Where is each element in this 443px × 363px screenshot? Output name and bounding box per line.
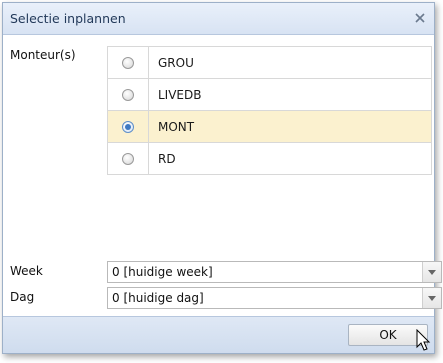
monteur-option-mont[interactable]: MONT xyxy=(107,110,432,143)
dialog-title: Selectie inplannen xyxy=(10,11,126,26)
chevron-down-icon[interactable] xyxy=(422,288,441,308)
option-label: LIVEDB xyxy=(148,78,432,111)
radio-button[interactable] xyxy=(122,57,134,69)
monteur-option-rd[interactable]: RD xyxy=(107,142,432,175)
monteur-option-grou[interactable]: GROU xyxy=(107,46,432,79)
option-label: RD xyxy=(148,142,432,175)
week-label: Week xyxy=(10,264,43,278)
dialog-titlebar[interactable]: Selectie inplannen xyxy=(3,3,434,35)
dialog-footer: OK xyxy=(3,316,434,353)
dag-select-value: 0 [huidige dag] xyxy=(112,291,204,305)
dag-label: Dag xyxy=(10,290,35,304)
dag-select[interactable]: 0 [huidige dag] xyxy=(107,287,442,309)
monteur-option-livedb[interactable]: LIVEDB xyxy=(107,78,432,111)
close-icon[interactable] xyxy=(414,12,426,24)
radio-button[interactable] xyxy=(122,89,134,101)
schedule-selection-dialog: Selectie inplannen Monteur(s) GROU LIVED… xyxy=(2,2,442,354)
radio-button[interactable] xyxy=(122,153,134,165)
mouse-pointer-icon xyxy=(416,329,431,351)
week-select-value: 0 [huidige week] xyxy=(112,265,213,279)
option-label: GROU xyxy=(148,46,432,79)
week-select[interactable]: 0 [huidige week] xyxy=(107,261,442,283)
monteurs-radio-list: GROU LIVEDB MONT RD xyxy=(107,46,432,175)
radio-button-checked[interactable] xyxy=(122,121,134,133)
chevron-down-icon[interactable] xyxy=(422,262,441,282)
monteurs-label: Monteur(s) xyxy=(10,48,76,62)
option-label: MONT xyxy=(148,110,432,143)
